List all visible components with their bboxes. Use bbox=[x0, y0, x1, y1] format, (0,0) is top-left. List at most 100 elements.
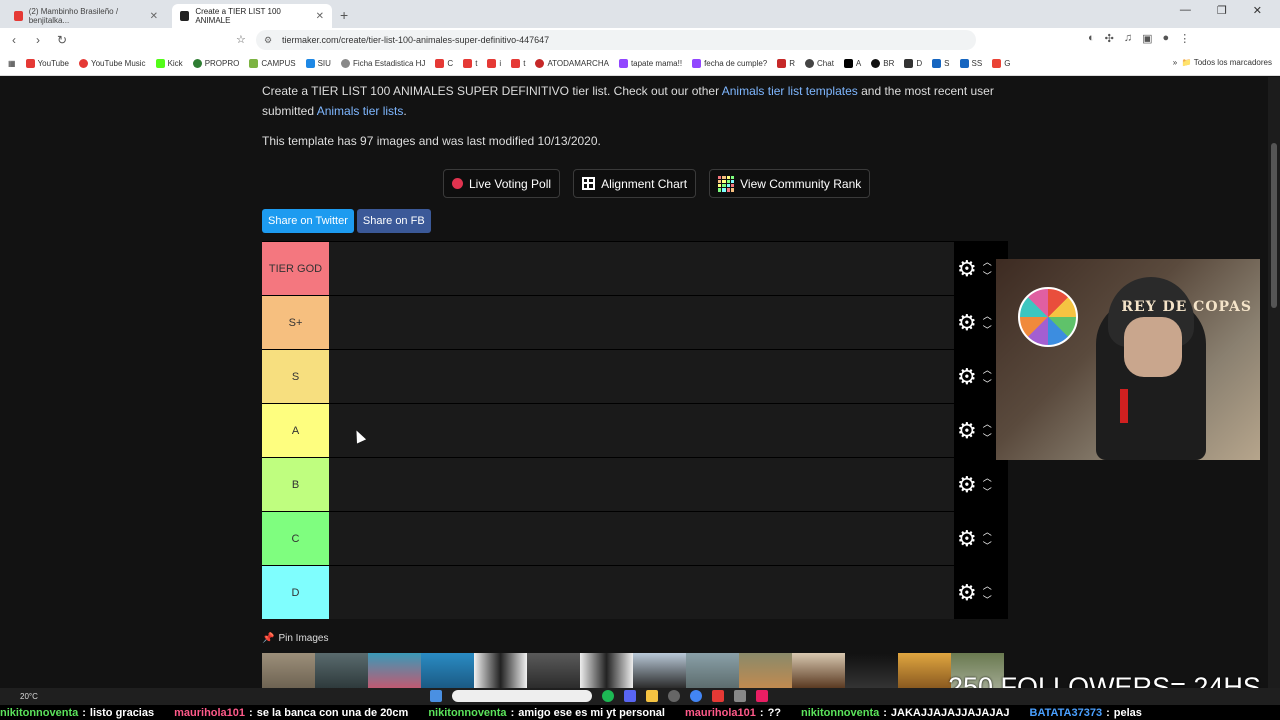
gear-icon[interactable]: ⚙ bbox=[957, 581, 977, 604]
chevron-down-icon[interactable]: ﹀ bbox=[983, 325, 992, 335]
bookmark-item[interactable]: YouTube Music bbox=[79, 59, 146, 68]
alignment-chart-button[interactable]: Alignment Chart bbox=[573, 169, 697, 198]
gear-icon[interactable]: ⚙ bbox=[957, 527, 977, 550]
animal-image[interactable] bbox=[792, 653, 845, 688]
tier-label[interactable]: TIER GOD bbox=[262, 242, 329, 295]
bookmark-item[interactable]: C bbox=[435, 59, 453, 68]
bookmark-item[interactable]: t bbox=[463, 59, 477, 68]
bookmark-item[interactable]: PROPRO bbox=[192, 59, 239, 68]
chevron-down-icon[interactable]: ﹀ bbox=[983, 379, 992, 389]
share-twitter-button[interactable]: Share on Twitter bbox=[262, 209, 354, 233]
bookmark-item[interactable]: BR bbox=[871, 59, 894, 68]
reload-icon[interactable]: ↻ bbox=[52, 33, 72, 47]
forward-icon[interactable]: › bbox=[28, 33, 48, 47]
chrome-icon[interactable] bbox=[690, 690, 702, 702]
animal-image[interactable] bbox=[474, 653, 527, 688]
bookmark-item[interactable]: Chat bbox=[805, 59, 834, 68]
tier-label[interactable]: C bbox=[262, 512, 329, 565]
pin-images-toggle[interactable]: 📌 Pin Images bbox=[262, 633, 328, 644]
new-tab-icon[interactable]: + bbox=[340, 7, 348, 23]
tier-label[interactable]: B bbox=[262, 458, 329, 511]
bookmark-item[interactable]: S bbox=[932, 59, 950, 68]
animal-image[interactable] bbox=[633, 653, 686, 688]
windows-start-icon[interactable] bbox=[430, 690, 442, 702]
animals-templates-link[interactable]: Animals tier list templates bbox=[722, 84, 858, 98]
gear-icon[interactable]: ⚙ bbox=[957, 311, 977, 334]
chevron-down-icon[interactable]: ﹀ bbox=[983, 271, 992, 281]
animal-image[interactable] bbox=[421, 653, 474, 688]
animal-image[interactable] bbox=[368, 653, 421, 688]
chevron-up-icon[interactable]: ︿ bbox=[983, 527, 992, 537]
live-voting-button[interactable]: Live Voting Poll bbox=[443, 169, 561, 198]
animal-image[interactable] bbox=[580, 653, 633, 688]
tier-dropzone[interactable] bbox=[329, 350, 954, 403]
animal-image[interactable] bbox=[527, 653, 580, 688]
tier-dropzone[interactable] bbox=[329, 566, 954, 619]
chevron-up-icon[interactable]: ︿ bbox=[983, 365, 992, 375]
app-icon[interactable] bbox=[734, 690, 746, 702]
bookmark-item[interactable]: t bbox=[511, 59, 525, 68]
close-tab-icon[interactable]: ✕ bbox=[150, 11, 158, 22]
tier-dropzone[interactable] bbox=[329, 242, 954, 295]
tier-label[interactable]: S+ bbox=[262, 296, 329, 349]
bookmark-item[interactable]: A bbox=[843, 59, 861, 68]
tier-label[interactable]: S bbox=[262, 350, 329, 403]
tier-dropzone[interactable] bbox=[329, 404, 954, 457]
browser-tab-2[interactable]: Create a TIER LIST 100 ANIMALE ✕ bbox=[172, 4, 332, 28]
bookmark-item[interactable]: fecha de cumple? bbox=[692, 59, 767, 68]
bookmark-item[interactable]: tapate mama!! bbox=[618, 59, 682, 68]
chevron-up-icon[interactable]: ︿ bbox=[983, 257, 992, 267]
animal-image[interactable] bbox=[315, 653, 368, 688]
chevron-down-icon[interactable]: ﹀ bbox=[983, 433, 992, 443]
close-tab-icon[interactable]: ✕ bbox=[316, 11, 324, 22]
sidebar-icon[interactable]: ▣ bbox=[1142, 32, 1152, 45]
discord-icon[interactable] bbox=[624, 690, 636, 702]
bookmark-item[interactable]: SIU bbox=[305, 59, 331, 68]
bookmark-item[interactable]: Kick bbox=[155, 59, 183, 68]
obs-icon[interactable] bbox=[668, 690, 680, 702]
bookmark-icon[interactable]: ☆ bbox=[236, 33, 246, 46]
chevron-down-icon[interactable]: ﹀ bbox=[983, 541, 992, 551]
explorer-icon[interactable] bbox=[646, 690, 658, 702]
bookmark-item[interactable]: D bbox=[904, 59, 922, 68]
app-icon[interactable] bbox=[756, 690, 768, 702]
chevron-up-icon[interactable]: ︿ bbox=[983, 311, 992, 321]
bookmark-item[interactable]: ATODAMARCHA bbox=[535, 59, 609, 68]
spotify-icon[interactable] bbox=[602, 690, 614, 702]
animal-image[interactable] bbox=[262, 653, 315, 688]
menu-icon[interactable]: ⋮ bbox=[1179, 32, 1190, 45]
tier-label[interactable]: D bbox=[262, 566, 329, 619]
bookmark-item[interactable]: CAMPUS bbox=[249, 59, 296, 68]
bookmark-item[interactable]: R bbox=[777, 59, 795, 68]
gear-icon[interactable]: ⚙ bbox=[957, 365, 977, 388]
community-rank-button[interactable]: View Community Rank bbox=[709, 169, 871, 198]
tier-dropzone[interactable] bbox=[329, 458, 954, 511]
chevron-down-icon[interactable]: ﹀ bbox=[983, 487, 992, 497]
chevron-up-icon[interactable]: ︿ bbox=[983, 581, 992, 591]
animals-tier-lists-link[interactable]: Animals tier lists bbox=[317, 104, 404, 118]
profile-icon[interactable]: ● bbox=[1163, 32, 1170, 45]
chevron-up-icon[interactable]: ︿ bbox=[983, 473, 992, 483]
scrollbar[interactable] bbox=[1268, 77, 1280, 688]
bookmark-item[interactable]: Ficha Estadistica HJ bbox=[340, 59, 425, 68]
animal-image[interactable] bbox=[845, 653, 898, 688]
address-bar[interactable]: ⚙ tiermaker.com/create/tier-list-100-ani… bbox=[256, 30, 976, 50]
tier-dropzone[interactable] bbox=[329, 296, 954, 349]
animal-image[interactable] bbox=[686, 653, 739, 688]
chevron-down-icon[interactable]: ﹀ bbox=[983, 595, 992, 605]
scrollbar-thumb[interactable] bbox=[1271, 143, 1277, 308]
weather-widget[interactable]: 20°C bbox=[20, 692, 38, 701]
extension-icon[interactable]: ◐ bbox=[1088, 32, 1095, 45]
gear-icon[interactable]: ⚙ bbox=[957, 473, 977, 496]
bookmark-item[interactable]: G bbox=[992, 59, 1010, 68]
close-window-icon[interactable]: ✕ bbox=[1253, 4, 1262, 17]
maximize-icon[interactable]: ❐ bbox=[1217, 4, 1227, 17]
taskbar-search[interactable] bbox=[452, 690, 592, 702]
site-info-icon[interactable]: ⚙ bbox=[264, 35, 272, 46]
back-icon[interactable]: ‹ bbox=[4, 33, 24, 47]
minimize-icon[interactable]: — bbox=[1180, 4, 1191, 17]
all-bookmarks[interactable]: » 📁 Todos los marcadores bbox=[1173, 58, 1272, 67]
app-icon[interactable] bbox=[712, 690, 724, 702]
browser-tab-1[interactable]: (2) Mambinho Brasileño / benjitalka... ✕ bbox=[6, 4, 166, 28]
bookmark-item[interactable]: YouTube bbox=[25, 59, 69, 68]
